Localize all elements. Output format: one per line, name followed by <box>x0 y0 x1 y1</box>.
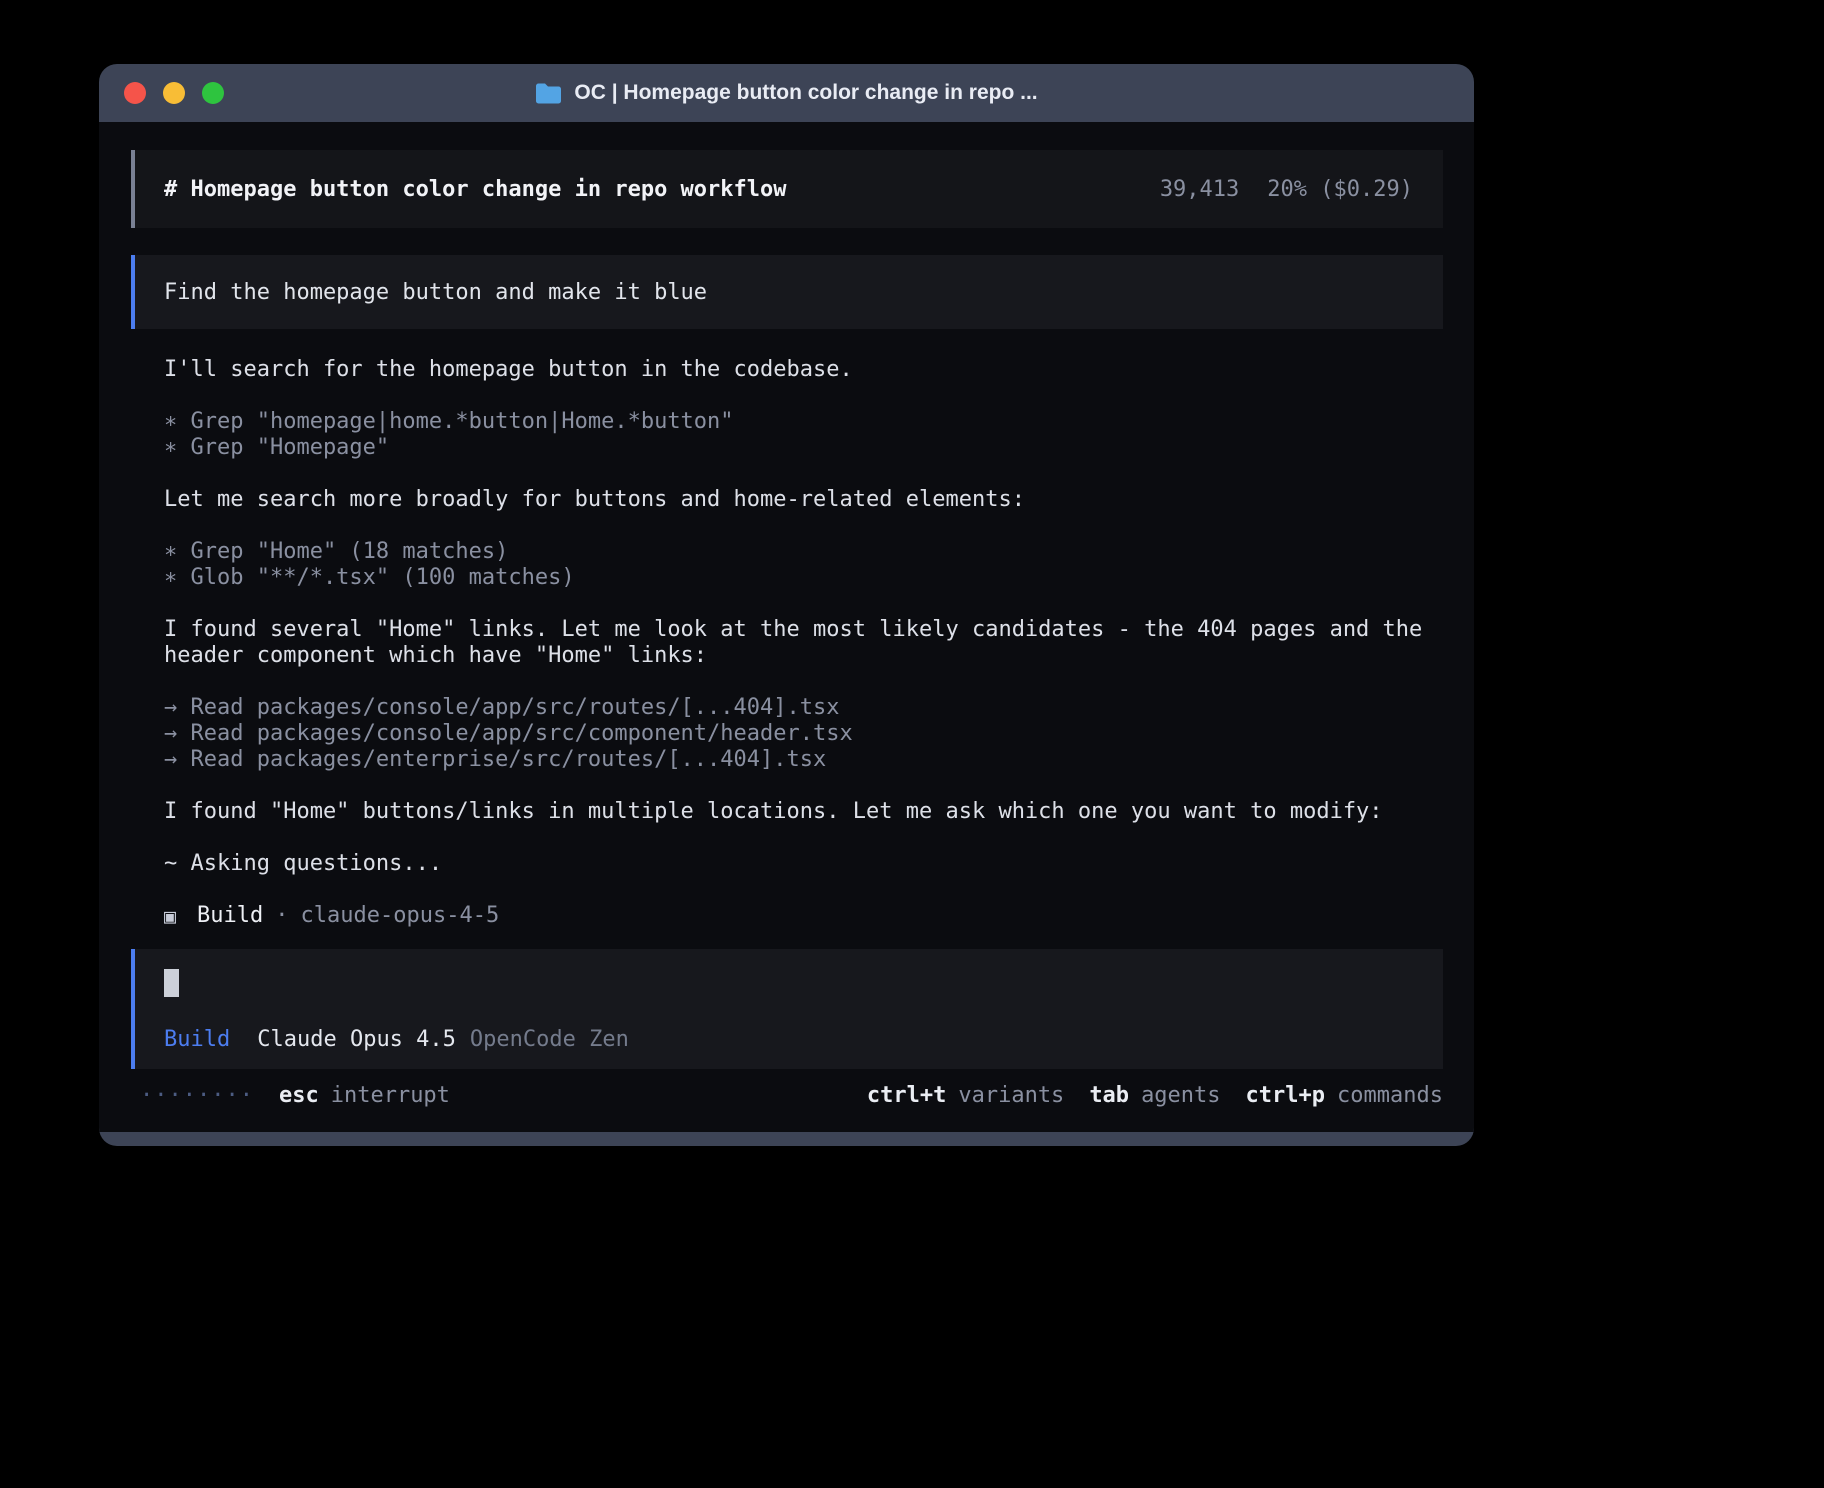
agent-attribution-row: ▣ Build · claude-opus-4-5 <box>164 903 1443 929</box>
agents-hint: tab agents <box>1089 1083 1220 1108</box>
tab-key-label: tab <box>1089 1083 1129 1108</box>
traffic-lights <box>124 64 224 122</box>
terminal-content: # Homepage button color change in repo w… <box>99 122 1474 1132</box>
interrupt-hint: esc interrupt <box>279 1083 450 1108</box>
status-bar: ········ esc interrupt ctrl+t variants t… <box>131 1083 1443 1108</box>
separator-dot: · <box>275 903 288 929</box>
terminal-window: OC | Homepage button color change in rep… <box>99 64 1474 1146</box>
variants-label: variants <box>958 1083 1064 1108</box>
window-title-group: OC | Homepage button color change in rep… <box>535 81 1037 105</box>
assistant-text: I found several "Home" links. Let me loo… <box>164 617 1443 669</box>
tool-call-group: → Read packages/console/app/src/routes/[… <box>164 695 1443 773</box>
status-bar-left: ········ esc interrupt <box>140 1083 450 1108</box>
interrupt-label: interrupt <box>331 1083 450 1108</box>
tool-call-grep: ∗ Grep "Homepage" <box>164 435 389 460</box>
provider-label: OpenCode Zen <box>470 1027 629 1052</box>
ctrl-t-key-label: ctrl+t <box>867 1083 946 1108</box>
text-cursor <box>164 969 179 997</box>
agents-label: agents <box>1141 1083 1220 1108</box>
minimize-window-button[interactable] <box>163 82 185 104</box>
user-message-text: Find the homepage button and make it blu… <box>164 280 707 305</box>
variants-hint: ctrl+t variants <box>867 1083 1064 1108</box>
assistant-text: Let me search more broadly for buttons a… <box>164 487 1443 513</box>
esc-key-label: esc <box>279 1083 319 1108</box>
user-message: Find the homepage button and make it blu… <box>131 255 1443 329</box>
context-usage-cost: 20% ($0.29) <box>1267 177 1413 202</box>
agent-icon: ▣ <box>164 903 176 929</box>
session-stats: 39,413 20% ($0.29) <box>1160 177 1413 202</box>
ctrl-p-key-label: ctrl+p <box>1246 1083 1325 1108</box>
close-window-button[interactable] <box>124 82 146 104</box>
token-count: 39,413 <box>1160 177 1239 202</box>
folder-icon <box>535 82 561 104</box>
window-title: OC | Homepage button color change in rep… <box>574 81 1037 105</box>
working-spinner-dots: ········ <box>140 1083 254 1108</box>
input-meta-row: Build Claude Opus 4.5 OpenCode Zen <box>164 1027 1414 1052</box>
assistant-text: I found "Home" buttons/links in multiple… <box>164 799 1443 825</box>
window-titlebar: OC | Homepage button color change in rep… <box>99 64 1474 122</box>
tool-call-grep: ∗ Grep "Home" (18 matches) <box>164 539 508 564</box>
agent-model: claude-opus-4-5 <box>301 903 500 929</box>
assistant-text: I'll search for the homepage button in t… <box>164 357 1443 383</box>
session-title: # Homepage button color change in repo w… <box>164 177 787 202</box>
assistant-status: ~ Asking questions... <box>164 851 1443 877</box>
assistant-transcript: I'll search for the homepage button in t… <box>164 357 1443 929</box>
prompt-input[interactable]: Build Claude Opus 4.5 OpenCode Zen <box>131 949 1443 1069</box>
commands-label: commands <box>1337 1083 1443 1108</box>
tool-call-read: → Read packages/console/app/src/componen… <box>164 721 853 746</box>
active-model-label[interactable]: Claude Opus 4.5 <box>257 1027 456 1052</box>
agent-name: Build <box>197 903 263 929</box>
active-agent-label[interactable]: Build <box>164 1027 230 1052</box>
commands-hint: ctrl+p commands <box>1246 1083 1443 1108</box>
tool-call-read: → Read packages/console/app/src/routes/[… <box>164 695 840 720</box>
status-bar-right: ctrl+t variants tab agents ctrl+p comman… <box>842 1083 1443 1108</box>
session-header: # Homepage button color change in repo w… <box>131 150 1443 228</box>
tool-call-read: → Read packages/enterprise/src/routes/[.… <box>164 747 826 772</box>
tool-call-group: ∗ Grep "Home" (18 matches)∗ Glob "**/*.t… <box>164 539 1443 591</box>
tool-call-glob: ∗ Glob "**/*.tsx" (100 matches) <box>164 565 575 590</box>
zoom-window-button[interactable] <box>202 82 224 104</box>
tool-call-grep: ∗ Grep "homepage|home.*button|Home.*butt… <box>164 409 734 434</box>
tool-call-group: ∗ Grep "homepage|home.*button|Home.*butt… <box>164 409 1443 461</box>
